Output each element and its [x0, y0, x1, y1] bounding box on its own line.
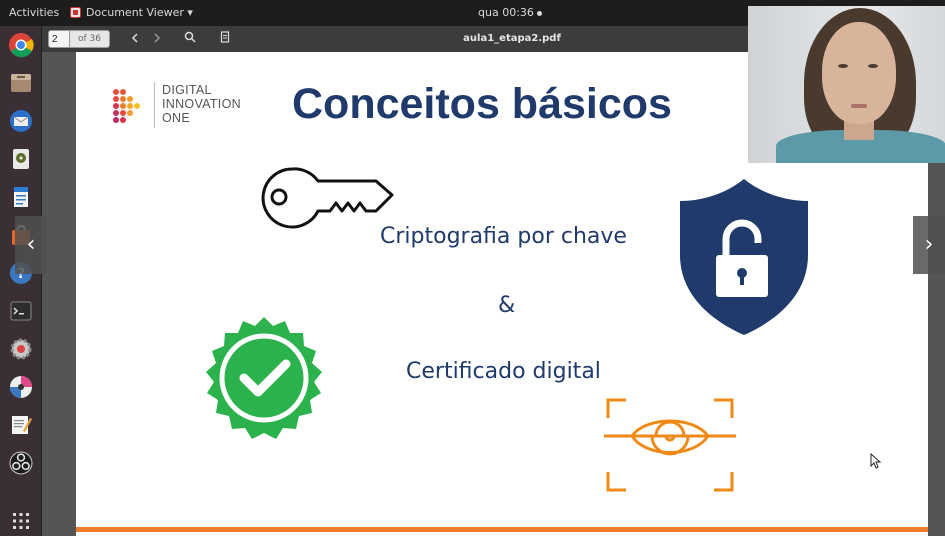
- clock-label: qua 00:36: [478, 6, 534, 19]
- slide-accent-bar: [76, 527, 928, 532]
- certificate-badge-icon: [206, 317, 322, 439]
- media-icon[interactable]: [6, 372, 35, 401]
- document-icon: [220, 31, 230, 43]
- app-menu-label: Document Viewer ▾: [86, 6, 193, 19]
- previous-slide-button[interactable]: ‹: [15, 216, 47, 274]
- document-icon[interactable]: [6, 182, 35, 211]
- text-editor-icon[interactable]: [6, 410, 35, 439]
- notification-dot-icon: [536, 10, 542, 16]
- next-page-button[interactable]: [148, 30, 166, 48]
- chrome-icon[interactable]: [6, 30, 35, 59]
- show-apps-icon[interactable]: [6, 506, 35, 535]
- ampersand-text: &: [498, 293, 516, 318]
- obs-icon[interactable]: [6, 448, 35, 477]
- certificado-text: Certificado digital: [406, 359, 601, 384]
- presenter-eye: [868, 64, 878, 68]
- logo-line-3: ONE: [162, 111, 190, 125]
- activities-button[interactable]: Activities: [9, 6, 59, 19]
- search-button[interactable]: [181, 30, 199, 48]
- disk-icon[interactable]: [6, 144, 35, 173]
- files-icon[interactable]: [6, 68, 35, 97]
- presenter-eye: [838, 64, 848, 68]
- presenter-face: [822, 22, 896, 124]
- key-icon: [261, 167, 394, 229]
- logo-line-1: DIGITAL: [162, 83, 212, 97]
- previous-page-button[interactable]: [126, 30, 144, 48]
- settings-icon[interactable]: [6, 334, 35, 363]
- dio-logo: DIGITAL INNOVATION ONE: [112, 82, 262, 130]
- page-total-label: of 36: [70, 30, 110, 48]
- clock[interactable]: qua 00:36: [478, 6, 542, 19]
- page-number-input[interactable]: [48, 30, 70, 48]
- logo-line-2: INNOVATION: [162, 97, 241, 111]
- chevron-left-icon: [131, 33, 138, 43]
- dio-logo-mark-icon: [113, 89, 140, 123]
- logo-text: DIGITAL INNOVATION ONE: [162, 83, 241, 125]
- app-menu[interactable]: Document Viewer ▾: [70, 6, 193, 19]
- webcam-overlay: [748, 6, 945, 163]
- mouse-cursor-icon: [870, 453, 882, 469]
- shield-lock-icon: [680, 179, 808, 335]
- search-icon: [184, 31, 196, 43]
- dock: ?: [0, 26, 42, 536]
- thunderbird-icon[interactable]: [6, 106, 35, 135]
- eye-scan-icon: [604, 398, 736, 492]
- chevron-right-icon: [154, 33, 161, 43]
- slide-title: Conceitos básicos: [292, 80, 672, 128]
- presenter-mouth: [851, 104, 867, 108]
- document-viewer-icon: [70, 7, 81, 18]
- criptografia-text: Criptografia por chave: [380, 224, 627, 249]
- logo-divider: [154, 82, 155, 128]
- next-slide-button[interactable]: ›: [913, 216, 945, 274]
- document-title: aula1_etapa2.pdf: [463, 33, 561, 44]
- terminal-icon[interactable]: [6, 296, 35, 325]
- annotations-button[interactable]: [216, 30, 234, 48]
